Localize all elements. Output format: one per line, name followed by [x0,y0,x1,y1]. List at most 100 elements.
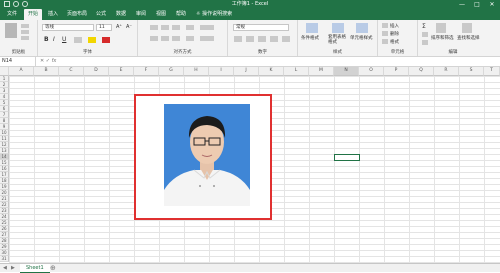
find-select-label[interactable]: 查找和选择 [457,35,480,41]
sheet-tab-bar: ◀ ▶ Sheet1 ⊕ [0,263,500,273]
column-header-d[interactable]: D [84,67,109,76]
currency-icon[interactable] [234,36,242,42]
underline-button[interactable]: U [62,36,66,43]
tell-me-search[interactable]: ☼ 操作说明搜索 [196,9,232,20]
autosum-icon[interactable]: Σ [422,23,426,30]
name-box[interactable]: N14 [0,57,36,66]
merge-center-icon[interactable] [200,36,214,41]
format-icon[interactable] [382,39,388,44]
conditional-formatting-icon[interactable] [306,23,318,33]
font-shrink-icon[interactable]: A⁻ [126,24,132,30]
select-all-corner[interactable] [0,67,9,76]
comma-style-icon[interactable] [258,36,266,42]
column-header-s[interactable]: S [459,67,484,76]
bold-button[interactable]: B [44,36,49,43]
font-name-select[interactable]: 等线 [42,24,94,31]
column-header-l[interactable]: L [284,67,309,76]
formula-input[interactable] [70,57,500,66]
borders-icon[interactable] [74,37,82,43]
format-as-table-label[interactable]: 套用表格格式 [328,35,348,45]
column-header-q[interactable]: Q [409,67,434,76]
find-select-icon[interactable] [462,23,472,33]
cut-icon[interactable] [21,24,29,28]
cancel-icon[interactable]: ✕ [40,58,44,64]
column-header-i[interactable]: I [209,67,234,76]
format-painter-icon[interactable] [21,36,29,40]
column-header-r[interactable]: R [434,67,459,76]
align-right-icon[interactable] [172,36,180,41]
enter-icon[interactable]: ✓ [46,58,50,64]
conditional-formatting-label[interactable]: 条件格式 [301,35,319,41]
delete-icon[interactable] [382,31,388,36]
column-header-j[interactable]: J [234,67,259,76]
alignment-label: 对齐方式 [173,50,192,55]
align-middle-icon[interactable] [161,25,169,30]
align-center-icon[interactable] [161,36,169,41]
delete-label[interactable]: 删除 [390,31,399,37]
number-label: 数字 [258,50,267,55]
clipboard-group: 剪贴板 [0,20,38,56]
wrap-text-icon[interactable] [200,25,214,30]
insert-label[interactable]: 插入 [390,23,399,29]
align-left-icon[interactable] [150,36,158,41]
tab-file[interactable]: 文件 [3,9,21,20]
column-header-n[interactable]: N [334,67,359,76]
row-header[interactable]: 31 [0,256,9,262]
format-label[interactable]: 格式 [390,39,399,45]
add-sheet-icon[interactable]: ⊕ [50,264,56,272]
column-header-f[interactable]: F [134,67,159,76]
tab-home[interactable]: 开始 [24,9,42,20]
column-header-h[interactable]: H [184,67,209,76]
insert-icon[interactable] [382,23,388,28]
clear-icon[interactable] [422,40,428,45]
maximize-button[interactable]: □ [470,0,484,9]
column-header-t[interactable]: T [484,67,500,76]
percent-icon[interactable] [246,36,254,42]
number-format-select[interactable]: 常规 [233,24,289,31]
column-header-c[interactable]: C [59,67,84,76]
tab-view[interactable]: 视图 [153,9,169,20]
column-header-m[interactable]: M [309,67,334,76]
italic-button[interactable]: I [53,36,55,43]
font-size-select[interactable]: 11 [96,24,112,31]
indent-icon[interactable] [186,36,194,41]
align-top-icon[interactable] [150,25,158,30]
fill-color-icon[interactable] [88,37,96,43]
increase-decimal-icon[interactable] [270,36,278,42]
fill-icon[interactable] [422,32,428,37]
column-header-p[interactable]: P [384,67,409,76]
id-photo[interactable] [164,104,250,206]
font-grow-icon[interactable]: A⁺ [116,24,122,30]
cells-group: 插入 删除 格式 单元格 [378,20,418,56]
column-header-o[interactable]: O [359,67,384,76]
fx-icon[interactable]: fx [52,58,57,64]
copy-icon[interactable] [21,30,29,34]
font-color-icon[interactable] [102,37,110,43]
sheet-nav-next-icon[interactable]: ▶ [11,264,15,272]
tab-data[interactable]: 数据 [113,9,129,20]
tab-review[interactable]: 审阅 [133,9,149,20]
sort-filter-icon[interactable] [436,23,446,33]
sheet-nav-prev-icon[interactable]: ◀ [3,264,7,272]
orientation-icon[interactable] [186,25,194,30]
formula-buttons: ✕ ✓ fx [40,57,56,66]
close-button[interactable]: ✕ [485,0,499,9]
column-header-a[interactable]: A [9,67,34,76]
tab-page-layout[interactable]: 页面布局 [64,9,90,20]
column-header-b[interactable]: B [34,67,59,76]
selected-cell[interactable] [334,154,360,161]
cell-styles-label[interactable]: 单元格样式 [350,35,373,41]
tab-insert[interactable]: 插入 [45,9,61,20]
column-header-e[interactable]: E [109,67,134,76]
align-bottom-icon[interactable] [172,25,180,30]
cell-styles-icon[interactable] [356,23,368,33]
tab-help[interactable]: 帮助 [173,9,189,20]
decrease-decimal-icon[interactable] [282,36,290,42]
sort-filter-label[interactable]: 排序和筛选 [431,35,454,41]
format-as-table-icon[interactable] [332,23,344,33]
column-header-k[interactable]: K [259,67,284,76]
tab-formulas[interactable]: 公式 [93,9,109,20]
column-header-g[interactable]: G [159,67,184,76]
paste-icon[interactable] [5,23,17,38]
minimize-button[interactable]: — [455,0,469,9]
